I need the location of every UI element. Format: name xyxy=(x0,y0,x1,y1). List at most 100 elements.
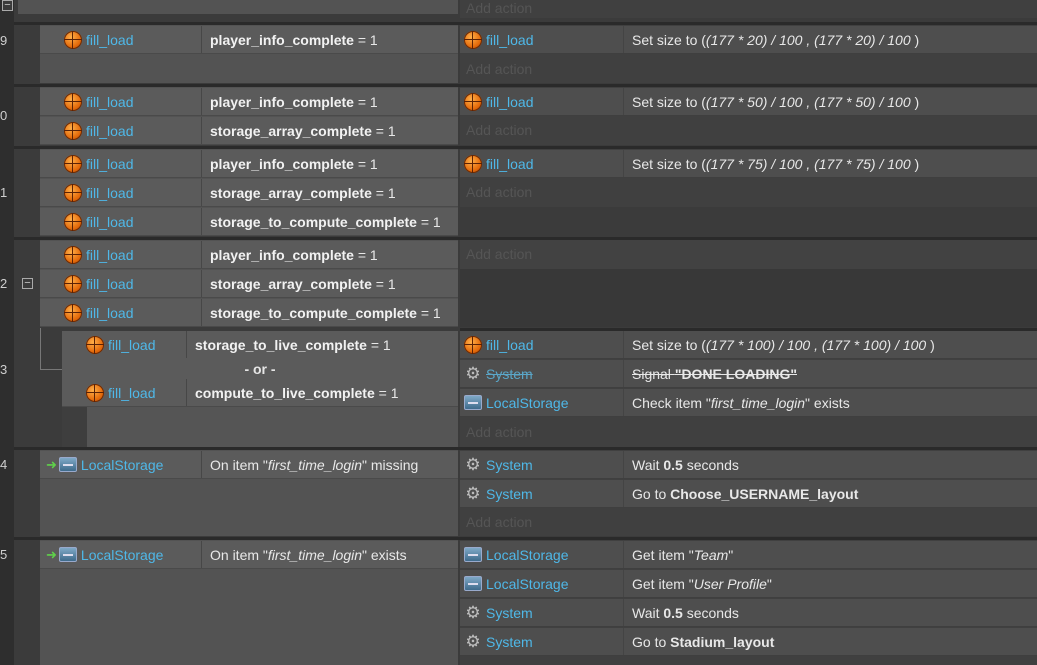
previous-event-conditions xyxy=(18,0,458,14)
condition-prefix: On item " xyxy=(210,546,268,563)
condition-row[interactable]: fill_load storage_to_compute_complete = … xyxy=(40,299,458,327)
action-value: Choose_USERNAME_layout xyxy=(670,485,859,502)
action-row[interactable]: fill_load Set size to ((177 * 20) / 100 … xyxy=(460,26,1037,54)
action-object: fill_load xyxy=(460,150,624,177)
add-action-link[interactable]: Add action xyxy=(466,61,532,77)
trigger-arrow-icon: ➜ xyxy=(46,456,57,472)
action-row[interactable]: LocalStorage Get item "Team" xyxy=(460,541,1037,569)
object-name: LocalStorage xyxy=(486,546,569,563)
action-row[interactable]: ⚙ System Wait 0.5 seconds xyxy=(460,599,1037,627)
collapse-toggle[interactable]: − xyxy=(22,278,33,289)
condition-text: storage_array_complete = 1 xyxy=(202,185,396,201)
action-object: ⚙ System xyxy=(460,599,624,626)
variable-name: storage_to_live_complete xyxy=(195,336,367,353)
action-row[interactable]: ⚙ System Go to Choose_USERNAME_layout xyxy=(460,480,1037,508)
condition-row[interactable]: ➜ LocalStorage On item "first_time_login"… xyxy=(40,451,458,479)
action-text: Get item "User Profile" xyxy=(624,576,772,592)
action-text: Go to Choose_USERNAME_layout xyxy=(624,486,858,502)
condition-text: player_info_complete = 1 xyxy=(202,247,378,263)
basketball-icon xyxy=(64,30,82,49)
variable-name: player_info_complete xyxy=(210,155,354,172)
object-name: System xyxy=(486,633,533,650)
action-row[interactable]: LocalStorage Check item "first_time_logi… xyxy=(460,389,1037,417)
object-name: System xyxy=(486,604,533,621)
condition-object: fill_load xyxy=(40,26,202,53)
action-expression: (177 * 100) / 100 , (177 * 100) / 100 xyxy=(705,336,927,353)
action-row[interactable]: fill_load Set size to ((177 * 100) / 100… xyxy=(460,331,1037,359)
action-value: Stadium_layout xyxy=(670,633,775,650)
action-row[interactable]: fill_load Set size to ((177 * 50) / 100 … xyxy=(460,88,1037,116)
action-row[interactable]: ⚙ System Go to Stadium_layout xyxy=(460,628,1037,656)
condition-row[interactable]: ➜ LocalStorage On item "first_time_login"… xyxy=(40,541,458,569)
line-number-gutter xyxy=(0,0,14,665)
action-prefix: Set size to ( xyxy=(632,93,706,110)
add-action-link[interactable]: Add action xyxy=(466,514,532,530)
condition-text: On item "first_time_login" exists xyxy=(202,547,407,563)
condition-text: player_info_complete = 1 xyxy=(202,32,378,48)
item-key: Team xyxy=(693,546,729,563)
condition-object: fill_load xyxy=(40,150,202,177)
condition-row[interactable]: fill_load player_info_complete = 1 xyxy=(40,88,458,116)
condition-object: fill_load xyxy=(40,299,202,326)
action-object: fill_load xyxy=(460,331,624,358)
condition-object: fill_load xyxy=(62,379,187,406)
variable-name: storage_array_complete xyxy=(210,275,372,292)
tree-line xyxy=(40,328,41,369)
action-row[interactable]: fill_load Set size to ((177 * 75) / 100 … xyxy=(460,150,1037,178)
condition-object: fill_load xyxy=(40,117,202,144)
action-suffix: seconds xyxy=(682,604,739,621)
object-name: fill_load xyxy=(108,384,156,401)
basketball-icon xyxy=(64,154,82,173)
gear-icon: ⚙ xyxy=(465,363,481,383)
basketball-icon xyxy=(464,92,482,111)
condition-row[interactable]: fill_load player_info_complete = 1 xyxy=(40,26,458,54)
action-prefix: Set size to ( xyxy=(632,336,706,353)
object-name: fill_load xyxy=(86,155,134,172)
condition-row[interactable]: fill_load compute_to_live_complete = 1 xyxy=(62,379,458,407)
add-action-link[interactable]: Add action xyxy=(466,246,532,262)
condition-prefix: On item " xyxy=(210,456,268,473)
action-prefix: Wait xyxy=(632,604,664,621)
event-number: 0 xyxy=(0,108,8,123)
action-object: ⚙ System xyxy=(460,628,624,655)
object-name: fill_load xyxy=(486,155,534,172)
gear-icon: ⚙ xyxy=(465,483,481,503)
condition-row[interactable]: fill_load storage_array_complete = 1 xyxy=(40,117,458,145)
variable-name: storage_to_compute_complete xyxy=(210,304,417,321)
action-object: ⚙ System xyxy=(460,480,624,507)
action-row[interactable]: LocalStorage Get item "User Profile" xyxy=(460,570,1037,598)
local-storage-icon xyxy=(464,395,482,410)
variable-name: player_info_complete xyxy=(210,93,354,110)
basketball-icon xyxy=(64,121,82,140)
condition-text: compute_to_live_complete = 1 xyxy=(187,385,398,401)
condition-row[interactable]: fill_load storage_array_complete = 1 xyxy=(40,270,458,298)
comparison: = 1 xyxy=(357,31,378,48)
action-row[interactable]: ⚙ System Wait 0.5 seconds xyxy=(460,451,1037,479)
object-name: fill_load xyxy=(86,304,134,321)
basketball-icon xyxy=(64,212,82,231)
object-name: fill_load xyxy=(486,31,534,48)
add-action-link[interactable]: Add action xyxy=(466,184,532,200)
tree-line xyxy=(40,369,62,370)
item-key: User Profile xyxy=(693,575,767,592)
action-expression: (177 * 20) / 100 , (177 * 20) / 100 xyxy=(705,31,911,48)
action-expression: (177 * 50) / 100 , (177 * 50) / 100 xyxy=(705,93,911,110)
action-expression: (177 * 75) / 100 , (177 * 75) / 100 xyxy=(705,155,911,172)
condition-row[interactable]: fill_load storage_array_complete = 1 xyxy=(40,179,458,207)
action-prefix: Set size to ( xyxy=(632,155,706,172)
add-action-link[interactable]: Add action xyxy=(466,424,532,440)
object-name: fill_load xyxy=(486,336,534,353)
condition-row[interactable]: fill_load player_info_complete = 1 xyxy=(40,150,458,178)
condition-text: storage_to_compute_complete = 1 xyxy=(202,214,441,230)
object-name: fill_load xyxy=(86,213,134,230)
collapse-toggle[interactable]: − xyxy=(2,0,13,11)
add-action-link[interactable]: Add action xyxy=(466,0,532,16)
condition-text: player_info_complete = 1 xyxy=(202,156,378,172)
add-action-link[interactable]: Add action xyxy=(466,122,532,138)
condition-row[interactable]: fill_load storage_to_compute_complete = … xyxy=(40,208,458,236)
condition-row[interactable]: fill_load storage_to_live_complete = 1 xyxy=(62,331,458,359)
action-row-disabled[interactable]: ⚙ System Signal "DONE LOADING" xyxy=(460,360,1037,388)
comparison: = 1 xyxy=(357,246,378,263)
object-name: LocalStorage xyxy=(486,394,569,411)
condition-row[interactable]: fill_load player_info_complete = 1 xyxy=(40,241,458,269)
